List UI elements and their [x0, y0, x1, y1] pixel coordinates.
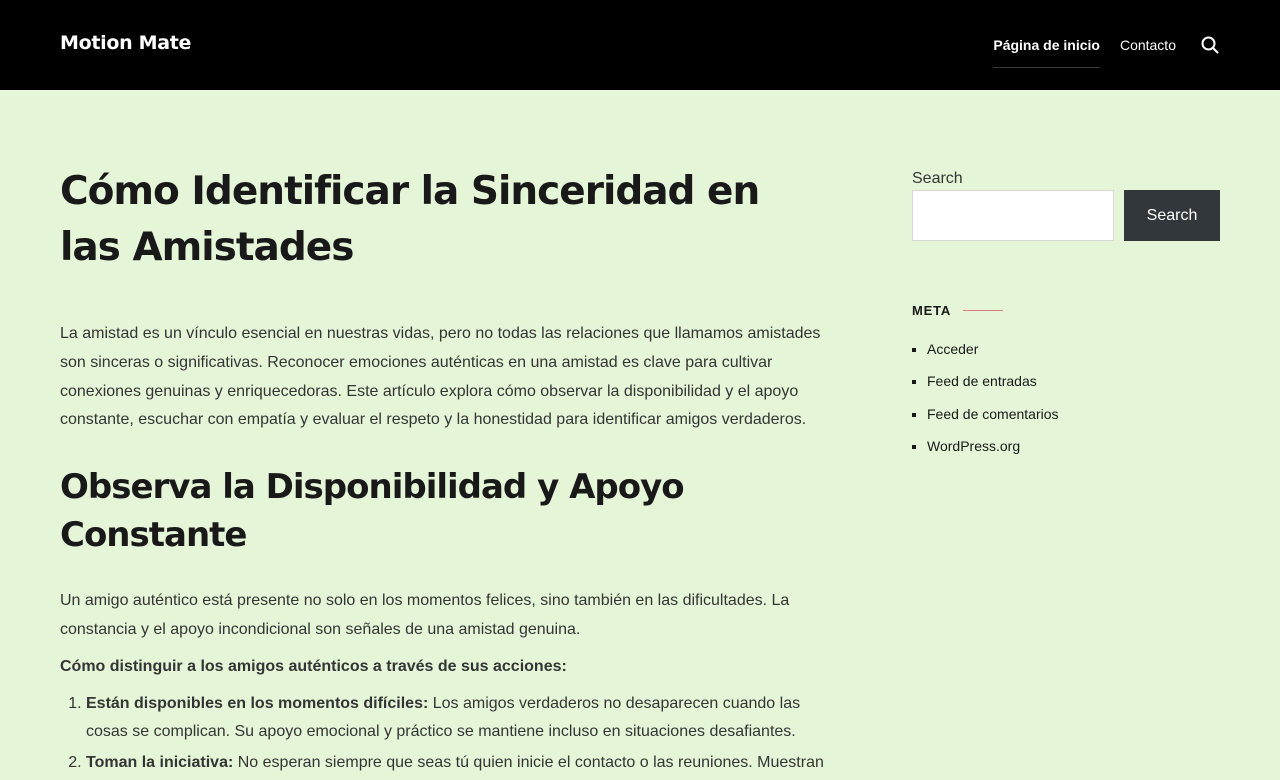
site-title-link[interactable]: Motion Mate: [60, 30, 191, 56]
meta-links-list: Acceder Feed de entradas Feed de comenta…: [912, 339, 1220, 456]
meta-link-wordpress[interactable]: WordPress.org: [927, 438, 1020, 454]
search-input[interactable]: [912, 190, 1114, 241]
search-label: Search: [912, 170, 963, 187]
nav-item-home-label: Página de inicio: [993, 37, 1100, 53]
section-heading: Observa la Disponibilidad y Apoyo Consta…: [60, 467, 685, 556]
section-paragraph: Un amigo auténtico está presente no solo…: [60, 592, 790, 638]
section-subheading: Cómo distinguir a los amigos auténticos …: [60, 657, 567, 675]
list-item: WordPress.org: [927, 436, 1220, 456]
list-item: Toman la iniciativa: No esperan siempre …: [86, 749, 830, 778]
site-header: Motion Mate Página de inicio Contacto: [0, 0, 1280, 90]
search-form: Search: [912, 190, 1220, 241]
list-item: Acceder: [927, 339, 1220, 359]
post-content: Cómo Identificar la Sinceridad en las Am…: [60, 164, 830, 780]
meta-title-text: META: [912, 303, 952, 318]
meta-widget-title: META: [912, 303, 1220, 318]
actions-list: Están disponibles en los momentos difíci…: [60, 690, 830, 778]
list-item-bold: Están disponibles en los momentos difíci…: [86, 694, 429, 712]
nav-item-home[interactable]: Página de inicio: [993, 0, 1100, 90]
meta-link-login[interactable]: Acceder: [927, 341, 978, 357]
list-item: Están disponibles en los momentos difíci…: [86, 690, 830, 748]
sidebar: Search Search META Acceder Feed de entra…: [912, 168, 1220, 469]
list-item-bold: Toman la iniciativa:: [86, 754, 234, 772]
nav-current-underline: [993, 67, 1100, 68]
nav-item-contact[interactable]: Contacto: [1120, 0, 1176, 90]
intro-paragraph: La amistad es un vínculo esencial en nue…: [60, 325, 821, 429]
list-item: Feed de entradas: [927, 371, 1220, 391]
search-button[interactable]: Search: [1124, 190, 1220, 241]
list-item: Feed de comentarios: [927, 404, 1220, 424]
meta-link-comments-feed[interactable]: Feed de comentarios: [927, 406, 1059, 422]
meta-link-entries-feed[interactable]: Feed de entradas: [927, 373, 1037, 389]
post-title: Cómo Identificar la Sinceridad en las Am…: [60, 169, 760, 270]
nav-item-contact-label: Contacto: [1119, 37, 1176, 53]
list-item-text: No esperan siempre que seas tú quien ini…: [233, 754, 824, 772]
title-accent-line: [963, 310, 1004, 311]
search-icon[interactable]: [1200, 35, 1220, 55]
primary-nav: Página de inicio Contacto: [993, 0, 1220, 90]
